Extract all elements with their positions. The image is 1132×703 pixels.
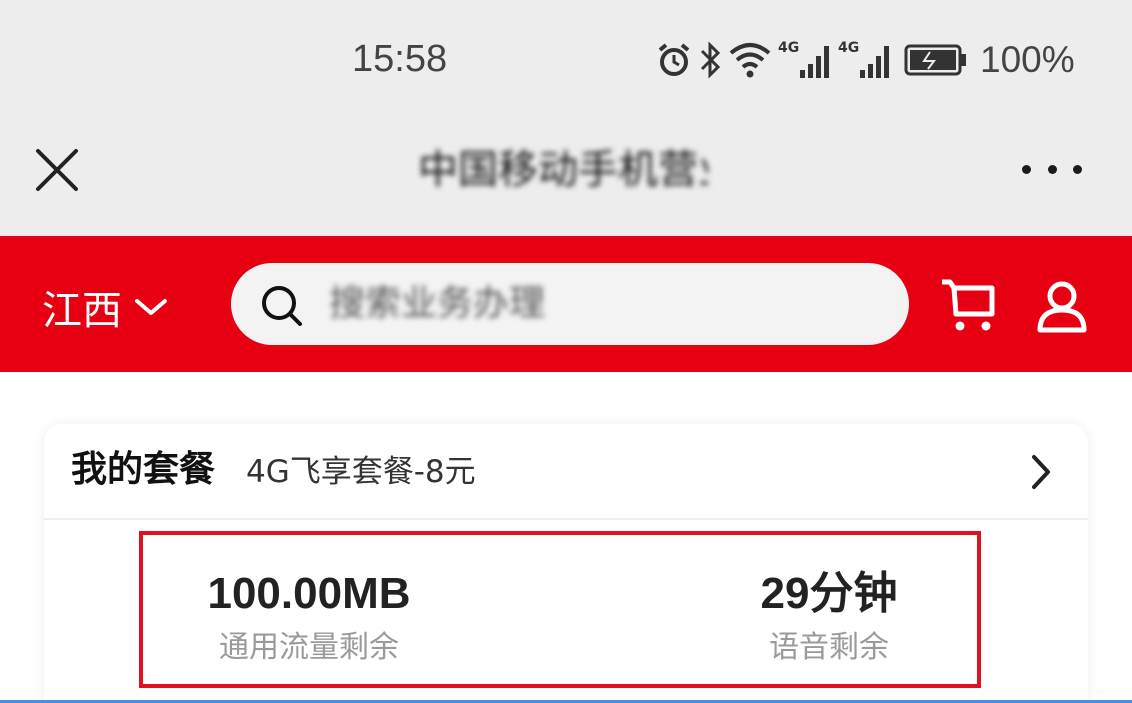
voice-remaining-label: 语音剩余 [769, 630, 889, 665]
signal-icon: 4G [778, 40, 832, 80]
plan-card: 我的套餐 4G飞享套餐-8元 100.00MB 通用流量剩余 29分钟 语音剩余 [44, 424, 1088, 703]
plan-header[interactable]: 我的套餐 4G飞享套餐-8元 [44, 424, 1088, 520]
region-selector[interactable]: 江西 [42, 278, 168, 336]
cart-icon [942, 279, 995, 331]
data-remaining-label: 通用流量剩余 [219, 630, 399, 665]
more-button[interactable] [1022, 154, 1082, 184]
data-remaining-value: 100.00MB [207, 569, 411, 618]
status-time: 15:58 [352, 38, 448, 80]
page-title: 中国移动手机营业厅 [418, 147, 708, 193]
search-input[interactable]: 搜索业务办理 [231, 263, 909, 345]
main-content: 我的套餐 4G飞享套餐-8元 100.00MB 通用流量剩余 29分钟 语音剩余 [0, 372, 1132, 703]
region-label: 江西 [42, 288, 122, 334]
voice-remaining-value: 29分钟 [760, 569, 898, 618]
user-icon [1037, 281, 1087, 333]
wifi-icon [729, 43, 771, 78]
bluetooth-icon [700, 41, 721, 79]
status-bar: 15:58 4G 4G 100% [0, 0, 1132, 118]
data-remaining[interactable]: 100.00MB 通用流量剩余 [199, 565, 419, 669]
status-icons: 4G 4G 100% [656, 38, 1075, 82]
more-icon [1073, 164, 1082, 174]
chevron-down-icon [135, 299, 167, 315]
more-icon [1047, 164, 1057, 174]
close-icon [36, 149, 78, 191]
signal-icon: 4G [838, 40, 892, 80]
more-icon [1022, 164, 1031, 174]
search-icon [262, 286, 302, 326]
usage-summary: 100.00MB 通用流量剩余 29分钟 语音剩余 [139, 531, 981, 688]
battery-percentage: 100% [980, 39, 1075, 80]
cart-button[interactable] [938, 276, 998, 336]
user-button[interactable] [1032, 276, 1092, 336]
search-placeholder: 搜索业务办理 [329, 283, 546, 324]
voice-remaining[interactable]: 29分钟 语音剩余 [749, 565, 909, 669]
title-bar: 中国移动手机营业厅 [0, 118, 1132, 236]
app-header: 江西 搜索业务办理 [0, 236, 1132, 372]
close-button[interactable] [30, 143, 84, 197]
battery-icon [904, 44, 966, 76]
plan-title: 我的套餐 [71, 449, 216, 490]
alarm-icon [658, 43, 690, 76]
chevron-right-icon [1032, 455, 1050, 489]
plan-name: 4G飞享套餐-8元 [246, 454, 476, 490]
